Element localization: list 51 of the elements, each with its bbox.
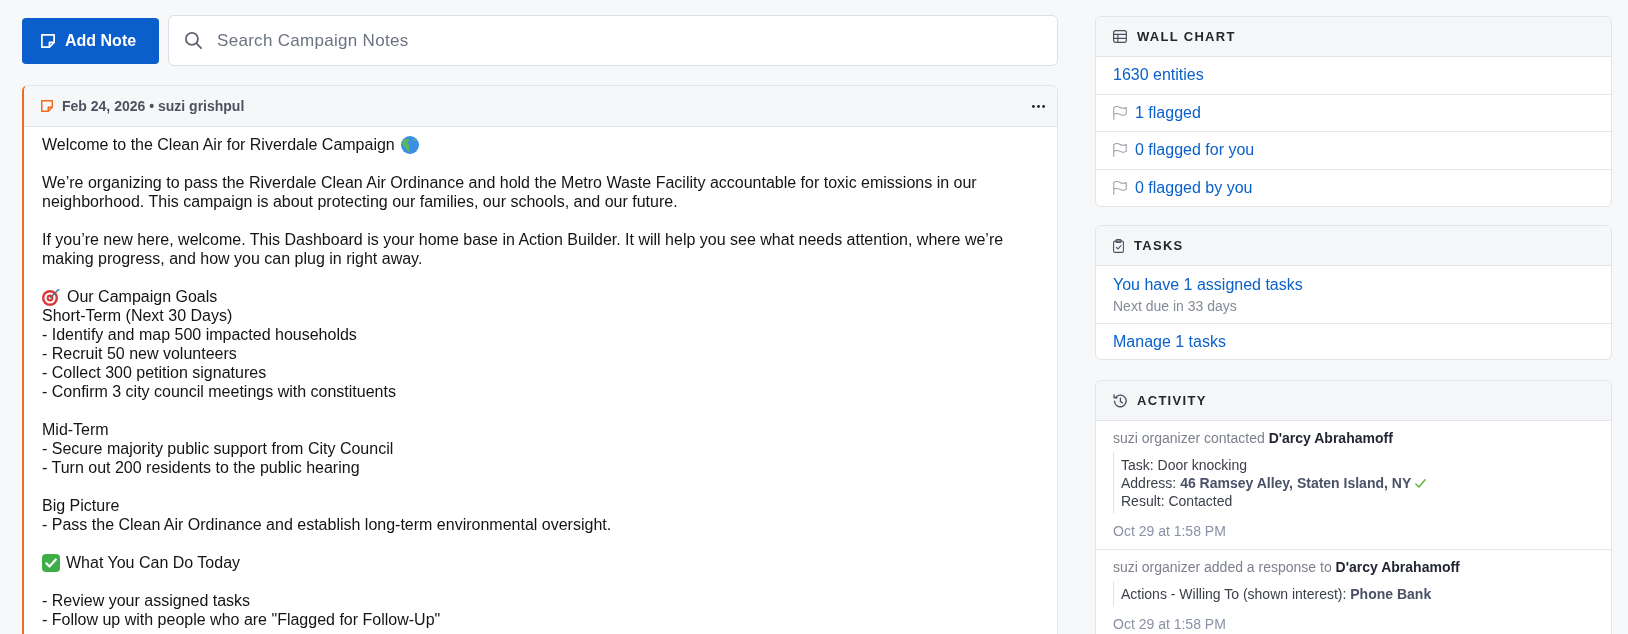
clipboard-check-icon [1113,238,1124,253]
note-text: - Collect 300 petition signatures [42,363,268,382]
note-text: If you’re new here, welcome. This Dashboard is your home base in Action Builder. It will help you see what needs attention, where we’re making progress, and how you can plug in right away. [42,230,1005,268]
note-text: - Pass the Clean Air Ordinance and establish long-term environmental oversight. [42,515,613,534]
activity-detail: Address: 46 Ramsey Alley, Staten Island, NY [1121,474,1412,492]
note-text: Short-Term (Next 30 Days) [42,306,234,325]
activity-summary: suzi organizer added a response to D'arcy Abrahamoff [1113,558,1461,577]
note-text: We’re organizing to pass the Riverdale Clean Air Ordinance and hold the Metro Waste Facility accountable for toxic emissions in our neighborhood. This campaign is about protecting our families, our schools, and our future. [42,173,978,211]
task-link[interactable]: You have 1 assigned tasks [1113,275,1303,295]
history-icon [1113,393,1127,408]
note-text: Mid-Term [42,420,110,439]
note-heading: What You Can Do Today [66,553,241,572]
activity-detail: Result: Contacted [1121,492,1233,510]
note-text: - Review your assigned tasks [42,591,252,610]
note-text: Big Picture [42,496,121,515]
note-text: - Recruit 50 new volunteers [42,344,238,363]
activity-summary: suzi organizer contacted D'arcy Abrahamoff [1113,429,1394,448]
activity-time: Oct 29 at 1:58 PM [1113,522,1227,540]
note-heading: Our Campaign Goals [67,287,218,306]
add-note-button[interactable]: Add Note [22,17,159,64]
note-text: - Secure majority public support from City Council [42,439,395,458]
flag-icon [1113,143,1127,158]
wall-chart-link[interactable]: 1630 entities [1113,65,1204,86]
search-icon [185,32,202,49]
note-icon [41,100,53,112]
table-icon [1113,30,1127,43]
check-mark-icon [42,553,60,572]
target-icon [42,287,61,306]
card-title: ACTIVITY [1137,392,1207,409]
note-icon [41,33,55,48]
flag-icon [1113,180,1127,195]
flag-icon [1113,105,1127,120]
globe-icon [400,135,419,154]
note-text: - Identify and map 500 impacted households [42,325,358,344]
card-title: WALL CHART [1137,28,1236,45]
card-title: TASKS [1134,237,1184,254]
activity-detail: Task: Door knocking [1121,456,1248,474]
wall-chart-link[interactable]: 0 flagged by you [1135,177,1253,198]
task-link[interactable]: Manage 1 tasks [1113,331,1226,352]
search-field[interactable]: Search Campaign Notes [168,15,1058,66]
wall-chart-link[interactable]: 1 flagged [1135,102,1201,123]
task-due-text: Next due in 33 days [1113,297,1237,315]
note-heading: Welcome to the Clean Air for Riverdale Campaign [42,135,395,154]
more-icon[interactable] [1032,104,1045,108]
note-text: - Turn out 200 residents to the public hearing [42,458,361,477]
activity-time: Oct 29 at 1:58 PM [1113,615,1227,633]
activity-detail: Actions - Willing To (shown interest): Phone Bank [1121,585,1432,603]
note-meta: Feb 24, 2026 • suzi grishpul [62,97,245,115]
note-text: - Confirm 3 city council meetings with constituents [42,382,397,401]
wall-chart-link[interactable]: 0 flagged for you [1135,140,1255,161]
note-text: - Follow up with people who are "Flagged for Follow-Up" [42,610,442,629]
